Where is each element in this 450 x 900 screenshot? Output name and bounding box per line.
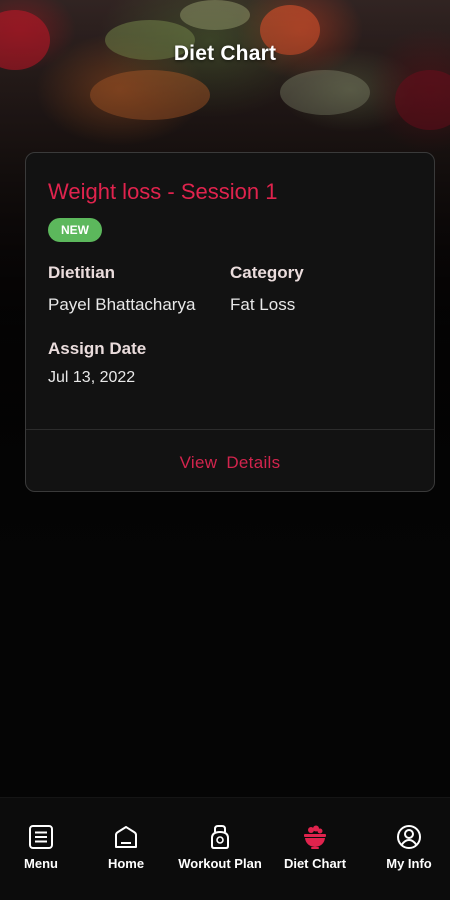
nav-item-diet-chart[interactable]: Diet Chart — [281, 824, 349, 880]
new-badge: NEW — [48, 218, 102, 242]
home-icon — [115, 826, 137, 848]
nav-item-home[interactable]: Home — [101, 824, 151, 880]
assign-date-label: Assign Date — [48, 339, 147, 358]
dietitian-label: Dietitian — [48, 263, 116, 282]
kettlebell-icon — [211, 825, 229, 849]
user-circle-icon — [397, 825, 421, 849]
food-bowl-icon — [304, 825, 326, 849]
diet-session-card: Weight loss - Session 1 NEW Dietitian Pa… — [25, 152, 435, 492]
nav-label-my-info: My Info — [386, 856, 432, 871]
nav-label-home: Home — [107, 856, 145, 871]
view-details-link[interactable]: View Details — [26, 453, 434, 473]
category-value: Fat Loss — [230, 295, 296, 314]
dietitian-value: Payel Bhattacharya — [48, 295, 196, 314]
nav-item-menu[interactable]: Menu — [18, 824, 64, 880]
menu-icon — [29, 825, 53, 849]
nav-label-diet-chart: Diet Chart — [283, 856, 347, 871]
session-title: Weight loss - Session 1 — [48, 179, 278, 204]
nav-item-my-info[interactable]: My Info — [383, 824, 435, 880]
nav-item-workout-plan[interactable]: Workout Plan — [176, 824, 264, 880]
page-title: Diet Chart — [173, 42, 277, 65]
nav-label-workout-plan: Workout Plan — [178, 856, 262, 871]
assign-date-value: Jul 13, 2022 — [48, 369, 136, 386]
card-divider — [26, 429, 434, 430]
bottom-navigation: Menu Home Workout Plan Diet Chart My Inf… — [0, 797, 450, 900]
category-label: Category — [230, 263, 304, 282]
nav-label-menu: Menu — [24, 856, 58, 871]
